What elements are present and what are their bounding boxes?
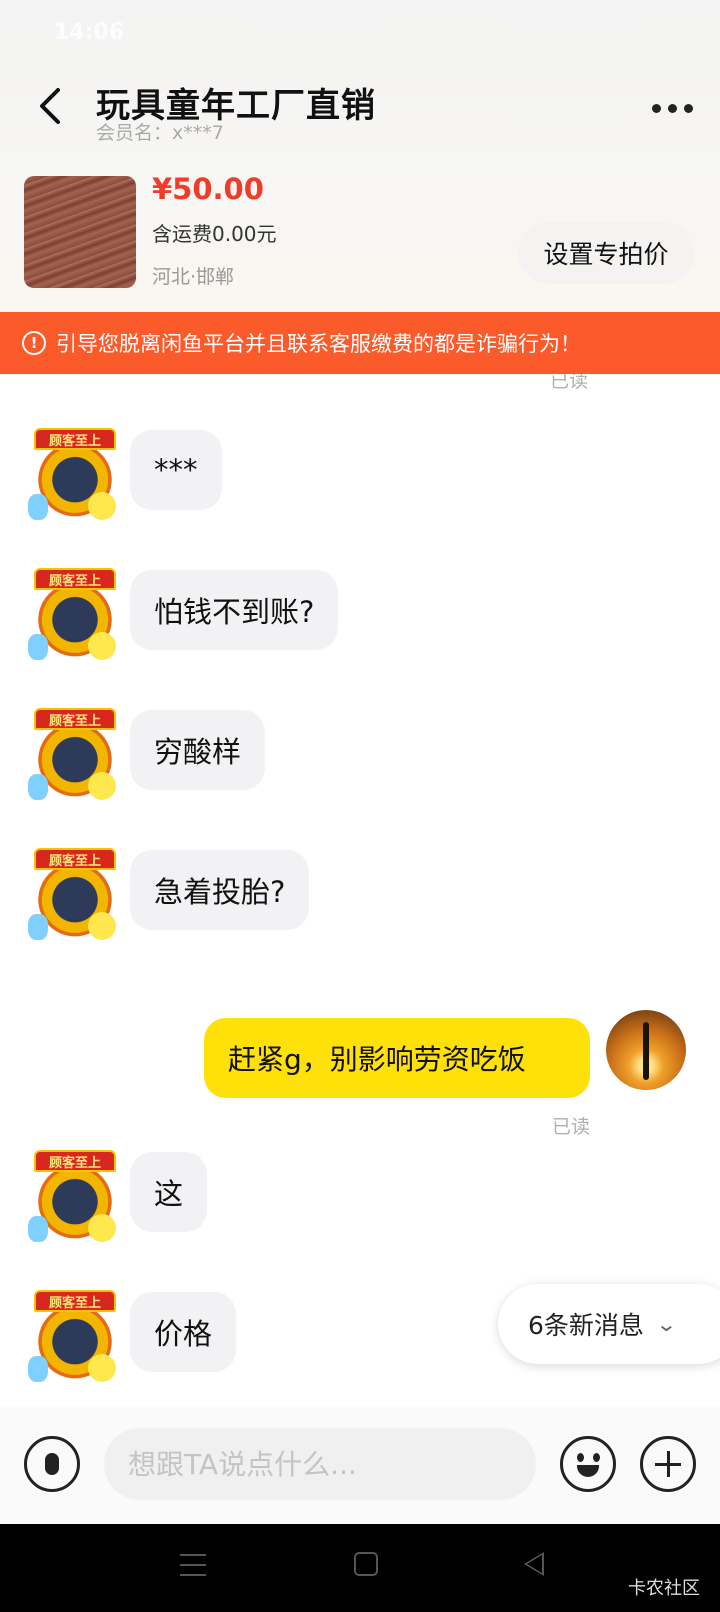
chat-header: 14:06 玩具童年工厂直销 会员名：x***7 ¥50.00 含运费0.00元… (0, 0, 720, 312)
seller-avatar[interactable]: 顾客至上 (28, 1290, 122, 1384)
message-bubble[interactable]: 急着投胎? (130, 850, 310, 930)
message-bubble[interactable]: 价格 (130, 1292, 237, 1372)
avatar-banner: 顾客至上 (34, 428, 116, 450)
double-chevron-down-icon: ⌄ (655, 1312, 678, 1336)
home-icon[interactable] (354, 1552, 378, 1576)
seller-avatar[interactable]: 顾客至上 (28, 1150, 122, 1244)
read-receipt: 已读 (552, 1116, 591, 1138)
back-button[interactable] (28, 84, 72, 128)
shipping-info: 含运费0.00元 (152, 222, 277, 246)
plus-button[interactable] (640, 1436, 696, 1492)
avatar-banner: 顾客至上 (34, 1290, 116, 1312)
warning-text: 引导您脱离闲鱼平台并且联系客服缴费的都是诈骗行为！ (56, 332, 581, 356)
warning-icon: ! (22, 331, 46, 355)
status-time: 14:06 (54, 20, 125, 45)
dot-icon (667, 103, 677, 113)
chevron-left-icon (40, 88, 60, 124)
dot-icon (651, 103, 661, 113)
seller-avatar[interactable]: 顾客至上 (28, 428, 122, 522)
avatar-banner: 顾客至上 (34, 848, 116, 870)
product-price: ¥50.00 (152, 172, 264, 206)
menu-icon[interactable] (180, 1554, 206, 1576)
seller-avatar[interactable]: 顾客至上 (28, 708, 122, 802)
voice-button[interactable] (24, 1436, 80, 1492)
my-message-bubble[interactable]: 赶紧g，别影响劳资吃饭 (204, 1018, 590, 1098)
more-options-button[interactable] (642, 88, 702, 128)
input-bar (0, 1406, 720, 1524)
message-bubble[interactable]: *** (130, 430, 222, 510)
message-bubble[interactable]: 怕钱不到账? (130, 570, 339, 650)
watermark: 卡农社区 (628, 1578, 700, 1599)
back-triangle-icon[interactable] (524, 1552, 544, 1576)
my-avatar[interactable] (606, 1010, 686, 1090)
seller-avatar[interactable]: 顾客至上 (28, 848, 122, 942)
seller-avatar[interactable]: 顾客至上 (28, 568, 122, 662)
message-input[interactable] (104, 1428, 536, 1500)
microphone-icon (45, 1453, 59, 1475)
new-messages-button[interactable]: 6条新消息 ⌄ (498, 1284, 720, 1364)
avatar-banner: 顾客至上 (34, 708, 116, 730)
set-special-price-button[interactable]: 设置专拍价 (518, 222, 694, 284)
message-list[interactable]: 已读 顾客至上 *** 顾客至上 怕钱不到账? 顾客至上 穷酸样 顾客至上 急着… (0, 374, 720, 1406)
fraud-warning-banner: ! 引导您脱离闲鱼平台并且联系客服缴费的都是诈骗行为！ (0, 312, 720, 374)
member-name: 会员名：x***7 (96, 122, 224, 144)
smiley-icon (577, 1453, 584, 1462)
product-thumbnail[interactable] (24, 176, 136, 288)
message-bubble[interactable]: 穷酸样 (130, 710, 266, 790)
new-messages-label: 6条新消息 (528, 1311, 644, 1340)
dot-icon (683, 103, 693, 113)
avatar-banner: 顾客至上 (34, 568, 116, 590)
avatar-banner: 顾客至上 (34, 1150, 116, 1172)
emoji-button[interactable] (560, 1436, 616, 1492)
message-bubble[interactable]: 这 (130, 1152, 208, 1232)
product-location: 河北·邯郸 (152, 266, 235, 288)
system-nav-bar (0, 1524, 720, 1612)
read-receipt: 已读 (550, 374, 589, 392)
